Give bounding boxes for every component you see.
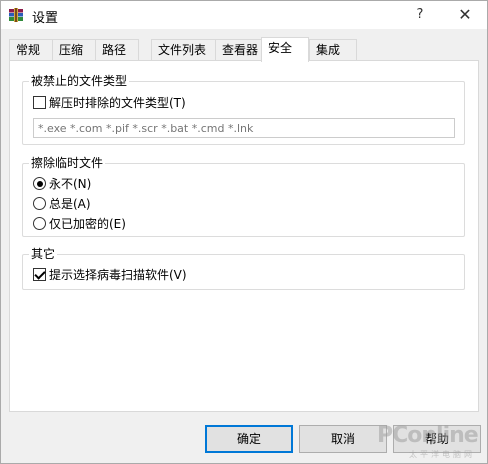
help-title-button[interactable]: ? (409, 5, 431, 25)
wipe-always-label: 总是(A) (49, 197, 91, 211)
wipe-always-radio[interactable] (33, 197, 46, 210)
wipe-always-option[interactable]: 总是(A) (33, 196, 91, 212)
other-group: 其它 提示选择病毒扫描软件(V) (22, 246, 465, 290)
wipe-temp-files-group: 擦除临时文件 永不(N) 总是(A) 仅已加密的(E) (22, 155, 465, 237)
tab-file-list[interactable]: 文件列表 (151, 39, 219, 61)
virus-scanner-checkbox[interactable] (33, 268, 46, 281)
tab-integration[interactable]: 集成 (309, 39, 357, 61)
tab-general[interactable]: 常规 (9, 39, 53, 61)
settings-dialog: 设置 ? ✕ 常规 压缩 路径 文件列表 查看器 安全 集成 被禁止的文件类型 … (0, 0, 488, 464)
wipe-encrypted-only-label: 仅已加密的(E) (49, 217, 126, 231)
help-button[interactable]: 帮助 (393, 425, 481, 453)
exclude-types-checkbox[interactable] (33, 96, 46, 109)
wipe-never-label: 永不(N) (49, 177, 92, 191)
virus-scanner-checkbox-row[interactable]: 提示选择病毒扫描软件(V) (33, 267, 187, 283)
wipe-encrypted-only-option[interactable]: 仅已加密的(E) (33, 216, 126, 232)
tab-paths[interactable]: 路径 (95, 39, 139, 61)
exclude-types-label: 解压时排除的文件类型(T) (49, 96, 186, 110)
tab-security[interactable]: 安全 (261, 37, 309, 62)
excluded-types-input[interactable] (33, 118, 455, 138)
close-button[interactable]: ✕ (447, 3, 483, 27)
wipe-encrypted-only-radio[interactable] (33, 217, 46, 230)
wipe-never-radio[interactable] (33, 177, 46, 190)
forbidden-file-types-group: 被禁止的文件类型 解压时排除的文件类型(T) (22, 73, 465, 145)
tab-compression[interactable]: 压缩 (52, 39, 96, 61)
exclude-types-checkbox-row[interactable]: 解压时排除的文件类型(T) (33, 95, 186, 111)
settings-tabs: 常规 压缩 路径 文件列表 查看器 安全 集成 (9, 37, 483, 62)
wipe-never-option[interactable]: 永不(N) (33, 176, 91, 192)
window-title: 设置 (32, 11, 59, 26)
title-bar[interactable]: 设置 ? ✕ (1, 1, 487, 29)
virus-scanner-label: 提示选择病毒扫描软件(V) (49, 268, 187, 282)
winrar-app-icon (9, 8, 23, 22)
cancel-button[interactable]: 取消 (299, 425, 387, 453)
forbidden-file-types-title: 被禁止的文件类型 (29, 73, 130, 89)
security-tab-panel: 被禁止的文件类型 解压时排除的文件类型(T) 擦除临时文件 永不(N) 总是(A… (9, 60, 479, 412)
ok-button[interactable]: 确定 (205, 425, 293, 453)
other-group-title: 其它 (29, 246, 58, 262)
wipe-temp-files-title: 擦除临时文件 (29, 155, 106, 171)
